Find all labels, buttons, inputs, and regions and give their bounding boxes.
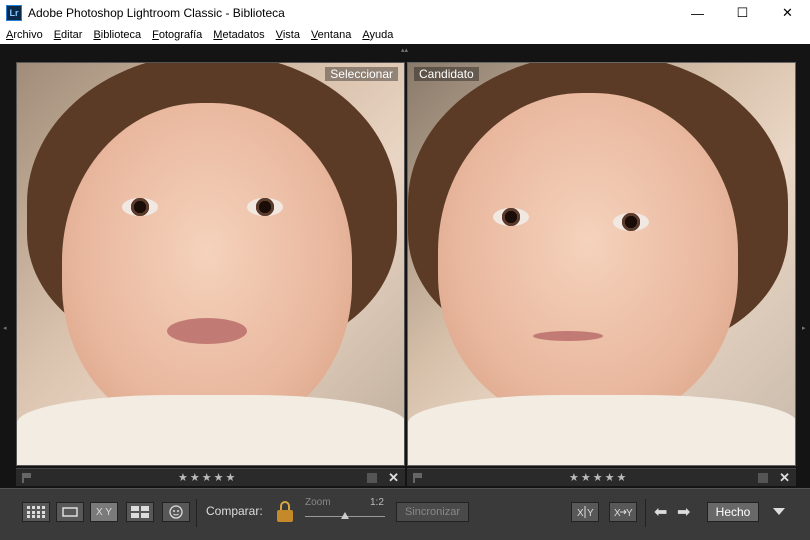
photo-mouth (533, 331, 603, 341)
remove-photo-button[interactable]: ✕ (779, 470, 790, 486)
photo-eye-left (493, 208, 529, 226)
photo-shirt (17, 395, 404, 465)
lock-icon[interactable] (276, 501, 294, 523)
zoom-slider[interactable] (305, 512, 385, 519)
svg-text:X: X (614, 508, 621, 519)
zoom-slider-thumb[interactable] (341, 512, 349, 519)
select-label: Seleccionar (325, 67, 398, 81)
people-view-icon[interactable] (162, 502, 190, 522)
star-rating[interactable]: ★★★★★ (569, 471, 628, 484)
photo-eye-right (613, 213, 649, 231)
menu-vista[interactable]: Vista (276, 29, 300, 41)
toolbar: X Y Comparar: Zoom 1:2 Sincronizar XY XY… (0, 488, 810, 540)
maximize-button[interactable]: ☐ (720, 0, 765, 26)
menu-ventana[interactable]: Ventana (311, 29, 351, 41)
workspace: ▴▴ ◂ ▸ Seleccionar Candidato ★★★★★ ✕ ★★★… (0, 44, 810, 540)
compare-view-icon[interactable]: X Y (90, 502, 118, 522)
survey-view-icon[interactable] (126, 502, 154, 522)
window-controls: — ☐ ✕ (675, 0, 810, 26)
title-bar: Lr Adobe Photoshop Lightroom Classic - B… (0, 0, 810, 26)
toolbar-separator (196, 499, 197, 527)
sync-button[interactable]: Sincronizar (396, 502, 469, 522)
photo-mouth (167, 318, 247, 344)
photo-eye-left (122, 198, 158, 216)
menu-bar: Archivo Editar Biblioteca Fotografía Met… (0, 26, 810, 44)
candidate-photo-panel[interactable]: Candidato (407, 62, 796, 466)
top-panel-handle[interactable]: ▴▴ (401, 46, 408, 54)
zoom-ratio: 1:2 (370, 497, 384, 508)
menu-archivo[interactable]: Archivo (6, 29, 43, 41)
grid-view-icon[interactable] (22, 502, 50, 522)
menu-editar[interactable]: Editar (54, 29, 83, 41)
candidate-label: Candidato (414, 67, 479, 81)
svg-text:Y: Y (587, 508, 594, 519)
next-photo-arrow[interactable]: ➡ (677, 502, 690, 522)
color-label-icon[interactable] (367, 472, 377, 483)
flag-icon[interactable] (413, 472, 423, 483)
photo-shirt (408, 395, 795, 465)
previous-photo-arrow[interactable]: ⬅ (654, 502, 667, 522)
menu-metadatos[interactable]: Metadatos (213, 29, 264, 41)
menu-ayuda[interactable]: Ayuda (362, 29, 393, 41)
zoom-label: Zoom (305, 497, 331, 508)
svg-text:Y: Y (626, 508, 633, 519)
loupe-view-icon[interactable] (56, 502, 84, 522)
select-photo-panel[interactable]: Seleccionar (16, 62, 405, 466)
compare-label: Comparar: (206, 504, 263, 518)
toolbar-separator (645, 499, 646, 527)
done-button[interactable]: Hecho (707, 502, 759, 522)
svg-text:X: X (577, 508, 584, 519)
menu-biblioteca[interactable]: Biblioteca (93, 29, 141, 41)
candidate-rating-bar: ★★★★★ ✕ (407, 468, 796, 486)
star-rating[interactable]: ★★★★★ (178, 471, 237, 484)
left-panel-handle[interactable]: ◂ (3, 324, 7, 332)
color-label-icon[interactable] (758, 472, 768, 483)
select-rating-bar: ★★★★★ ✕ (16, 468, 405, 486)
photo-face (62, 103, 352, 433)
close-button[interactable]: ✕ (765, 0, 810, 26)
window-title: Adobe Photoshop Lightroom Classic - Bibl… (28, 6, 285, 20)
photo-face (438, 93, 738, 423)
minimize-button[interactable]: — (675, 0, 720, 26)
toolbar-menu-icon[interactable] (773, 508, 785, 515)
menu-fotografia[interactable]: Fotografía (152, 29, 202, 41)
make-select-icon[interactable]: XY (609, 502, 637, 522)
right-panel-handle[interactable]: ▸ (802, 324, 806, 332)
flag-icon[interactable] (22, 472, 32, 483)
remove-photo-button[interactable]: ✕ (388, 470, 399, 486)
photo-eye-right (247, 198, 283, 216)
lightroom-app-icon: Lr (6, 5, 22, 21)
swap-icon[interactable]: XY (571, 502, 599, 522)
